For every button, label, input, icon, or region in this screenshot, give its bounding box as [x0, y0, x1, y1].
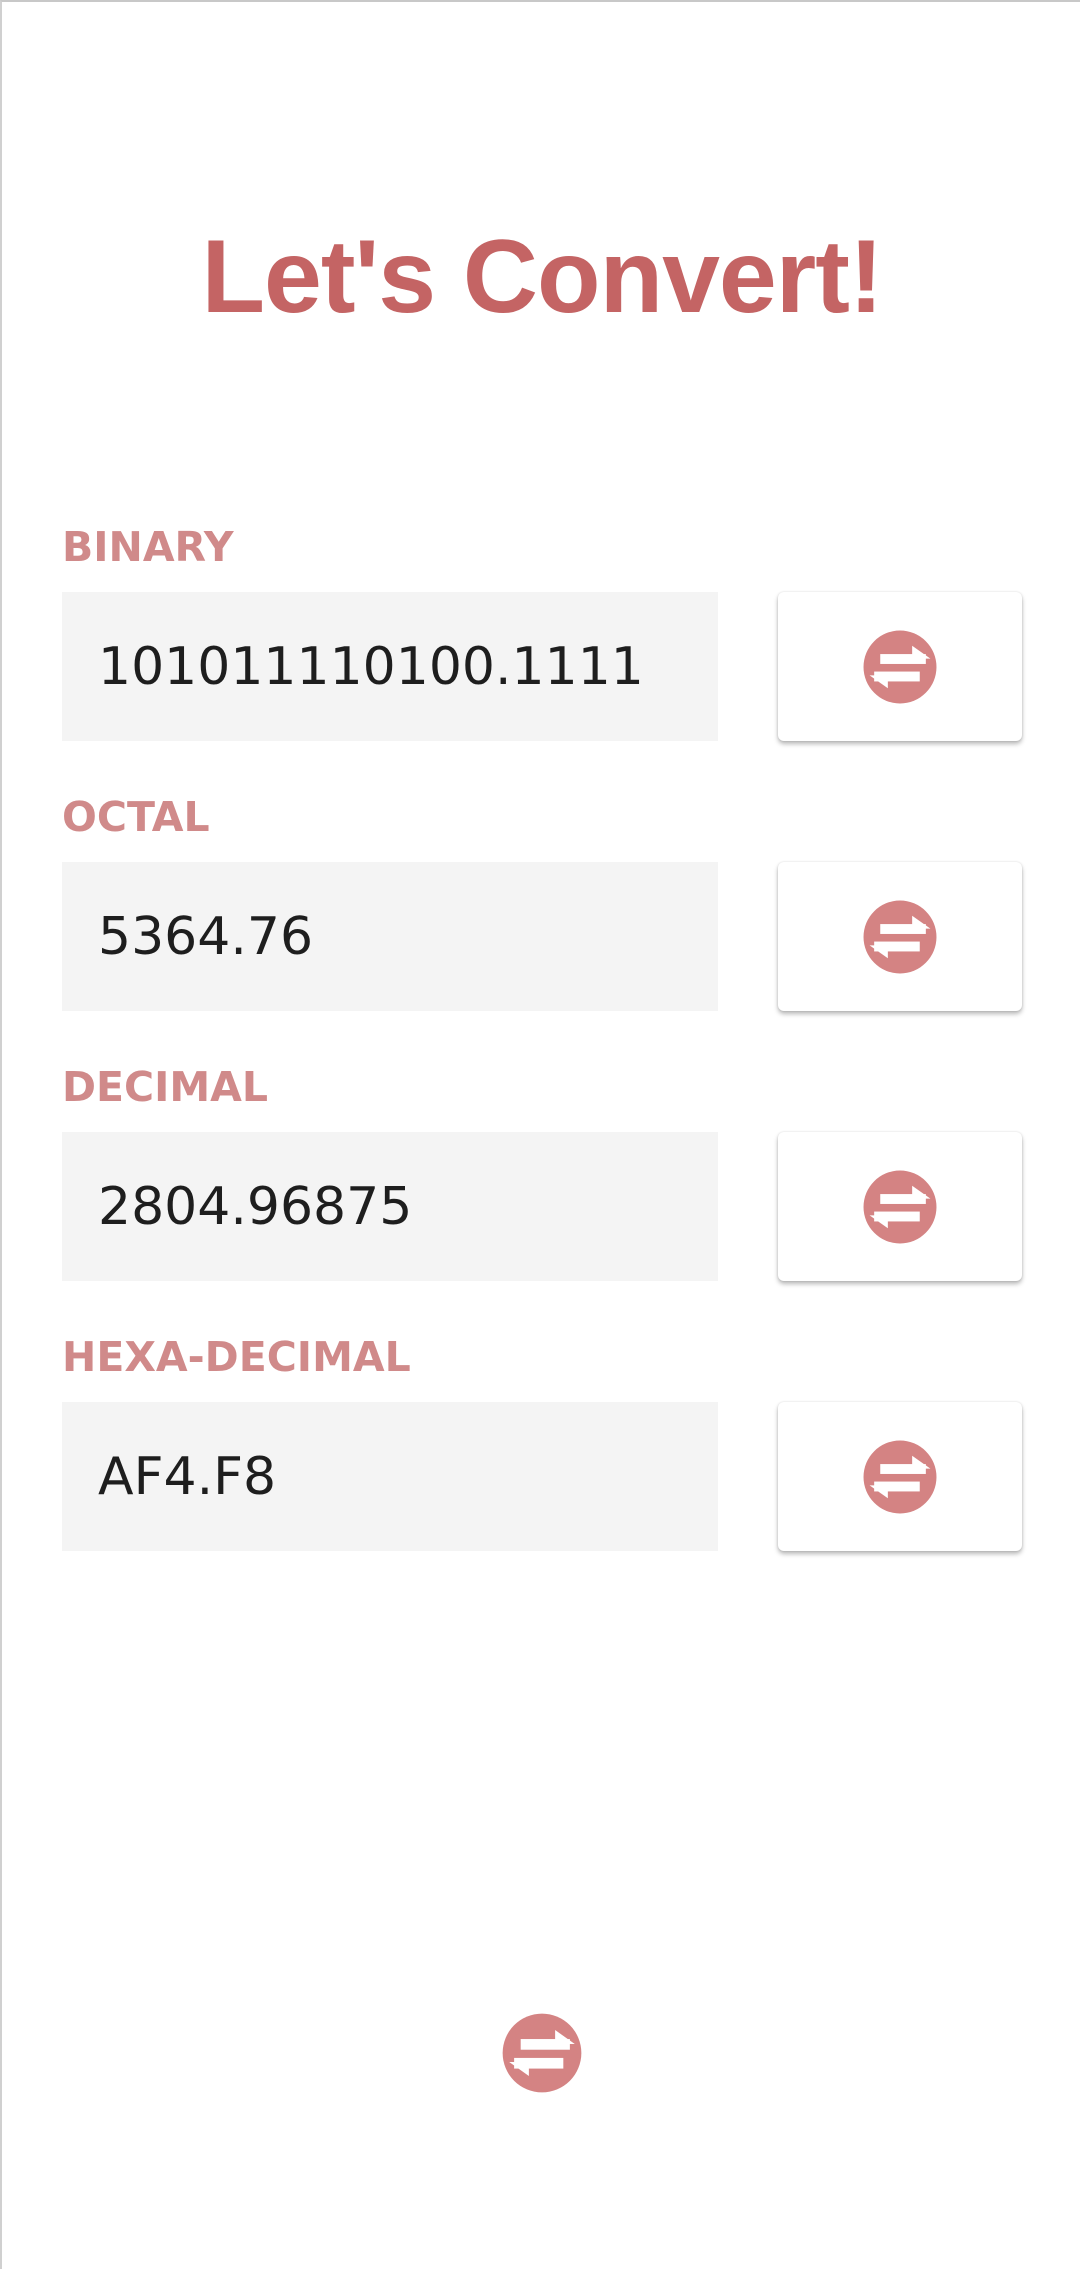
- binary-label: BINARY: [62, 523, 234, 571]
- swap-arrows-icon: [862, 629, 938, 705]
- octal-convert-button[interactable]: [778, 862, 1022, 1011]
- binary-input[interactable]: 101011110100.1111: [62, 592, 718, 741]
- bottom-swap-button-icon[interactable]: [501, 2012, 583, 2094]
- page-title: Let's Convert!: [201, 219, 883, 335]
- swap-arrows-icon: [862, 899, 938, 975]
- decimal-label: DECIMAL: [62, 1063, 269, 1111]
- decimal-input[interactable]: 2804.96875: [62, 1132, 718, 1281]
- hexadecimal-convert-button[interactable]: [778, 1402, 1022, 1551]
- binary-convert-button[interactable]: [778, 592, 1022, 741]
- hexadecimal-input[interactable]: AF4.F8: [62, 1402, 718, 1551]
- decimal-convert-button[interactable]: [778, 1132, 1022, 1281]
- hexadecimal-label: HEXA-DECIMAL: [62, 1333, 411, 1381]
- swap-arrows-icon: [862, 1439, 938, 1515]
- swap-arrows-icon: [862, 1169, 938, 1245]
- octal-input[interactable]: 5364.76: [62, 862, 718, 1011]
- octal-label: OCTAL: [62, 793, 210, 841]
